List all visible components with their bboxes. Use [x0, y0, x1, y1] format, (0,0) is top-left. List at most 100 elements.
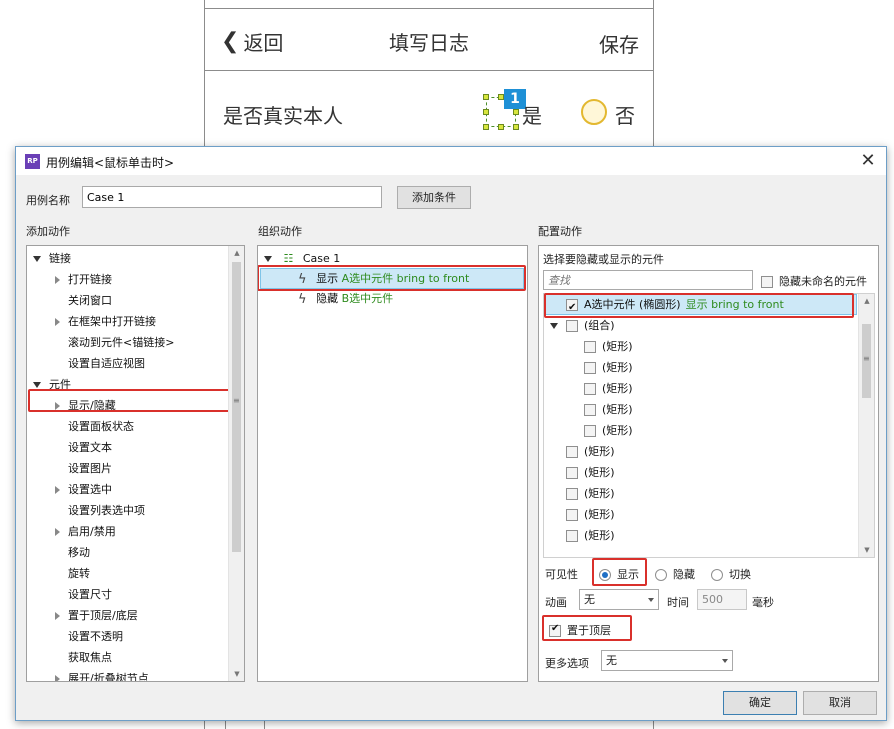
widget-checkbox[interactable]	[566, 467, 578, 479]
collapse-icon[interactable]	[55, 276, 60, 284]
add-action-item[interactable]: 设置图片	[55, 458, 112, 479]
dialog-title: 用例编辑<鼠标单击时>	[46, 156, 175, 170]
add-action-item[interactable]: 设置不透明	[55, 626, 123, 647]
add-action-item[interactable]: 获取焦点	[55, 647, 112, 668]
scroll-down-icon[interactable]: ▼	[229, 667, 244, 681]
field-label: 是否真实本人	[223, 104, 343, 128]
resize-handle[interactable]	[483, 109, 489, 115]
add-action-item[interactable]: 设置列表选中项	[55, 500, 145, 521]
more-options-select[interactable]: 无	[601, 650, 733, 671]
widget-checkbox[interactable]	[566, 530, 578, 542]
widget-list-item[interactable]: (矩形)	[584, 399, 633, 420]
scrollbar-thumb[interactable]	[232, 262, 241, 552]
widget-list-item[interactable]: (矩形)	[584, 378, 633, 399]
page-title: 填写日志	[389, 31, 469, 55]
configure-action-header: 配置动作	[538, 225, 582, 238]
add-action-item[interactable]: 打开链接	[55, 269, 112, 290]
widget-search-input[interactable]	[543, 270, 753, 290]
scroll-down-icon[interactable]: ▼	[859, 543, 874, 557]
widget-list-item[interactable]: (矩形)	[584, 357, 633, 378]
add-action-label: 置于顶层/底层	[68, 609, 138, 622]
widget-list-item[interactable]: (组合)	[550, 315, 615, 336]
add-action-item[interactable]: 在框架中打开链接	[55, 311, 156, 332]
scrollbar[interactable]: ▲ ≡ ▼	[228, 246, 244, 681]
widget-checkbox[interactable]	[566, 446, 578, 458]
add-action-item[interactable]: 旋转	[55, 563, 90, 584]
scrollbar[interactable]: ▲ ≡ ▼	[858, 294, 874, 557]
widget-list-item[interactable]: (矩形)	[566, 462, 615, 483]
add-action-label: 移动	[68, 546, 90, 559]
radio-toggle[interactable]	[711, 569, 723, 581]
widget-list-item[interactable]: (矩形)	[566, 441, 615, 462]
add-condition-button[interactable]: 添加条件	[397, 186, 471, 209]
add-action-item[interactable]: 设置文本	[55, 437, 112, 458]
chevron-down-icon	[722, 659, 728, 663]
widget-checkbox[interactable]	[584, 362, 596, 374]
resize-handle[interactable]	[483, 94, 489, 100]
expand-icon[interactable]	[33, 382, 41, 388]
widget-checkbox[interactable]	[584, 425, 596, 437]
collapse-icon[interactable]	[55, 318, 60, 326]
add-action-item[interactable]: 设置选中	[55, 479, 112, 500]
widget-checkbox[interactable]	[566, 320, 578, 332]
widget-checkbox[interactable]	[566, 488, 578, 500]
widget-label: (矩形)	[584, 529, 615, 542]
collapse-icon[interactable]	[55, 486, 60, 494]
time-input[interactable]	[697, 589, 747, 610]
widget-checkbox[interactable]	[584, 341, 596, 353]
add-action-item[interactable]: 设置自适应视图	[55, 353, 145, 374]
radio-no[interactable]	[581, 99, 607, 125]
hide-unnamed-toggle[interactable]: 隐藏未命名的元件	[761, 273, 867, 289]
visibility-hide-option[interactable]: 隐藏	[655, 566, 695, 582]
add-action-item[interactable]: 启用/禁用	[55, 521, 116, 542]
time-label: 时间	[667, 596, 689, 609]
collapse-icon[interactable]	[55, 675, 60, 681]
widget-list-item[interactable]: (矩形)	[566, 483, 615, 504]
widget-list-item[interactable]: (矩形)	[584, 336, 633, 357]
add-action-label: 设置列表选中项	[68, 504, 145, 517]
action-item-hide[interactable]: ϟ 隐藏 B选中元件	[298, 288, 393, 309]
scroll-grip-icon: ≡	[233, 396, 240, 405]
screen: ❮ 返回 填写日志 保存 是否真实本人 1 是 否 RP 用例编辑<鼠标单击时>…	[0, 0, 894, 729]
add-action-item[interactable]: 置于顶层/底层	[55, 605, 138, 626]
add-action-label: 设置面板状态	[68, 420, 134, 433]
add-action-item[interactable]: 设置面板状态	[55, 416, 134, 437]
axure-app-icon: RP	[25, 154, 40, 169]
collapse-icon[interactable]	[55, 612, 60, 620]
expand-icon[interactable]	[550, 323, 558, 329]
add-action-item[interactable]: 关闭窗口	[55, 290, 112, 311]
resize-handle[interactable]	[513, 124, 519, 130]
add-action-item[interactable]: 展开/折叠树节点	[55, 668, 149, 681]
widget-checkbox[interactable]	[566, 509, 578, 521]
scroll-up-icon[interactable]: ▲	[859, 294, 874, 308]
animation-select[interactable]: 无	[579, 589, 659, 610]
resize-handle[interactable]	[498, 124, 504, 130]
widget-list-item[interactable]: (矩形)	[566, 525, 615, 546]
collapse-icon[interactable]	[55, 528, 60, 536]
add-action-item[interactable]: 设置尺寸	[55, 584, 112, 605]
visibility-toggle-option[interactable]: 切换	[711, 566, 751, 582]
widget-list-item[interactable]: (矩形)	[566, 504, 615, 525]
save-button[interactable]: 保存	[599, 29, 639, 58]
add-action-item[interactable]: 滚动到元件<锚链接>	[55, 332, 174, 353]
expand-icon[interactable]	[33, 256, 41, 262]
case-name-input[interactable]	[82, 186, 382, 208]
widget-checkbox[interactable]	[584, 404, 596, 416]
widget-checkbox[interactable]	[584, 383, 596, 395]
close-button[interactable]: ✕	[858, 150, 878, 171]
resize-handle[interactable]	[483, 124, 489, 130]
resize-handle[interactable]	[513, 109, 519, 115]
ok-button[interactable]: 确定	[723, 691, 797, 715]
add-action-item[interactable]: 链接	[33, 248, 71, 269]
hide-unnamed-checkbox[interactable]	[761, 276, 773, 288]
add-action-label: 滚动到元件<锚链接>	[68, 336, 175, 349]
action-target: B选中元件	[341, 292, 394, 305]
widget-label: (矩形)	[584, 508, 615, 521]
hide-unnamed-label: 隐藏未命名的元件	[779, 275, 867, 288]
select-widgets-label: 选择要隐藏或显示的元件	[543, 253, 664, 266]
widget-list-item[interactable]: (矩形)	[584, 420, 633, 441]
add-action-item[interactable]: 移动	[55, 542, 90, 563]
radio-hide[interactable]	[655, 569, 667, 581]
cancel-button[interactable]: 取消	[803, 691, 877, 715]
scroll-up-icon[interactable]: ▲	[229, 246, 244, 260]
